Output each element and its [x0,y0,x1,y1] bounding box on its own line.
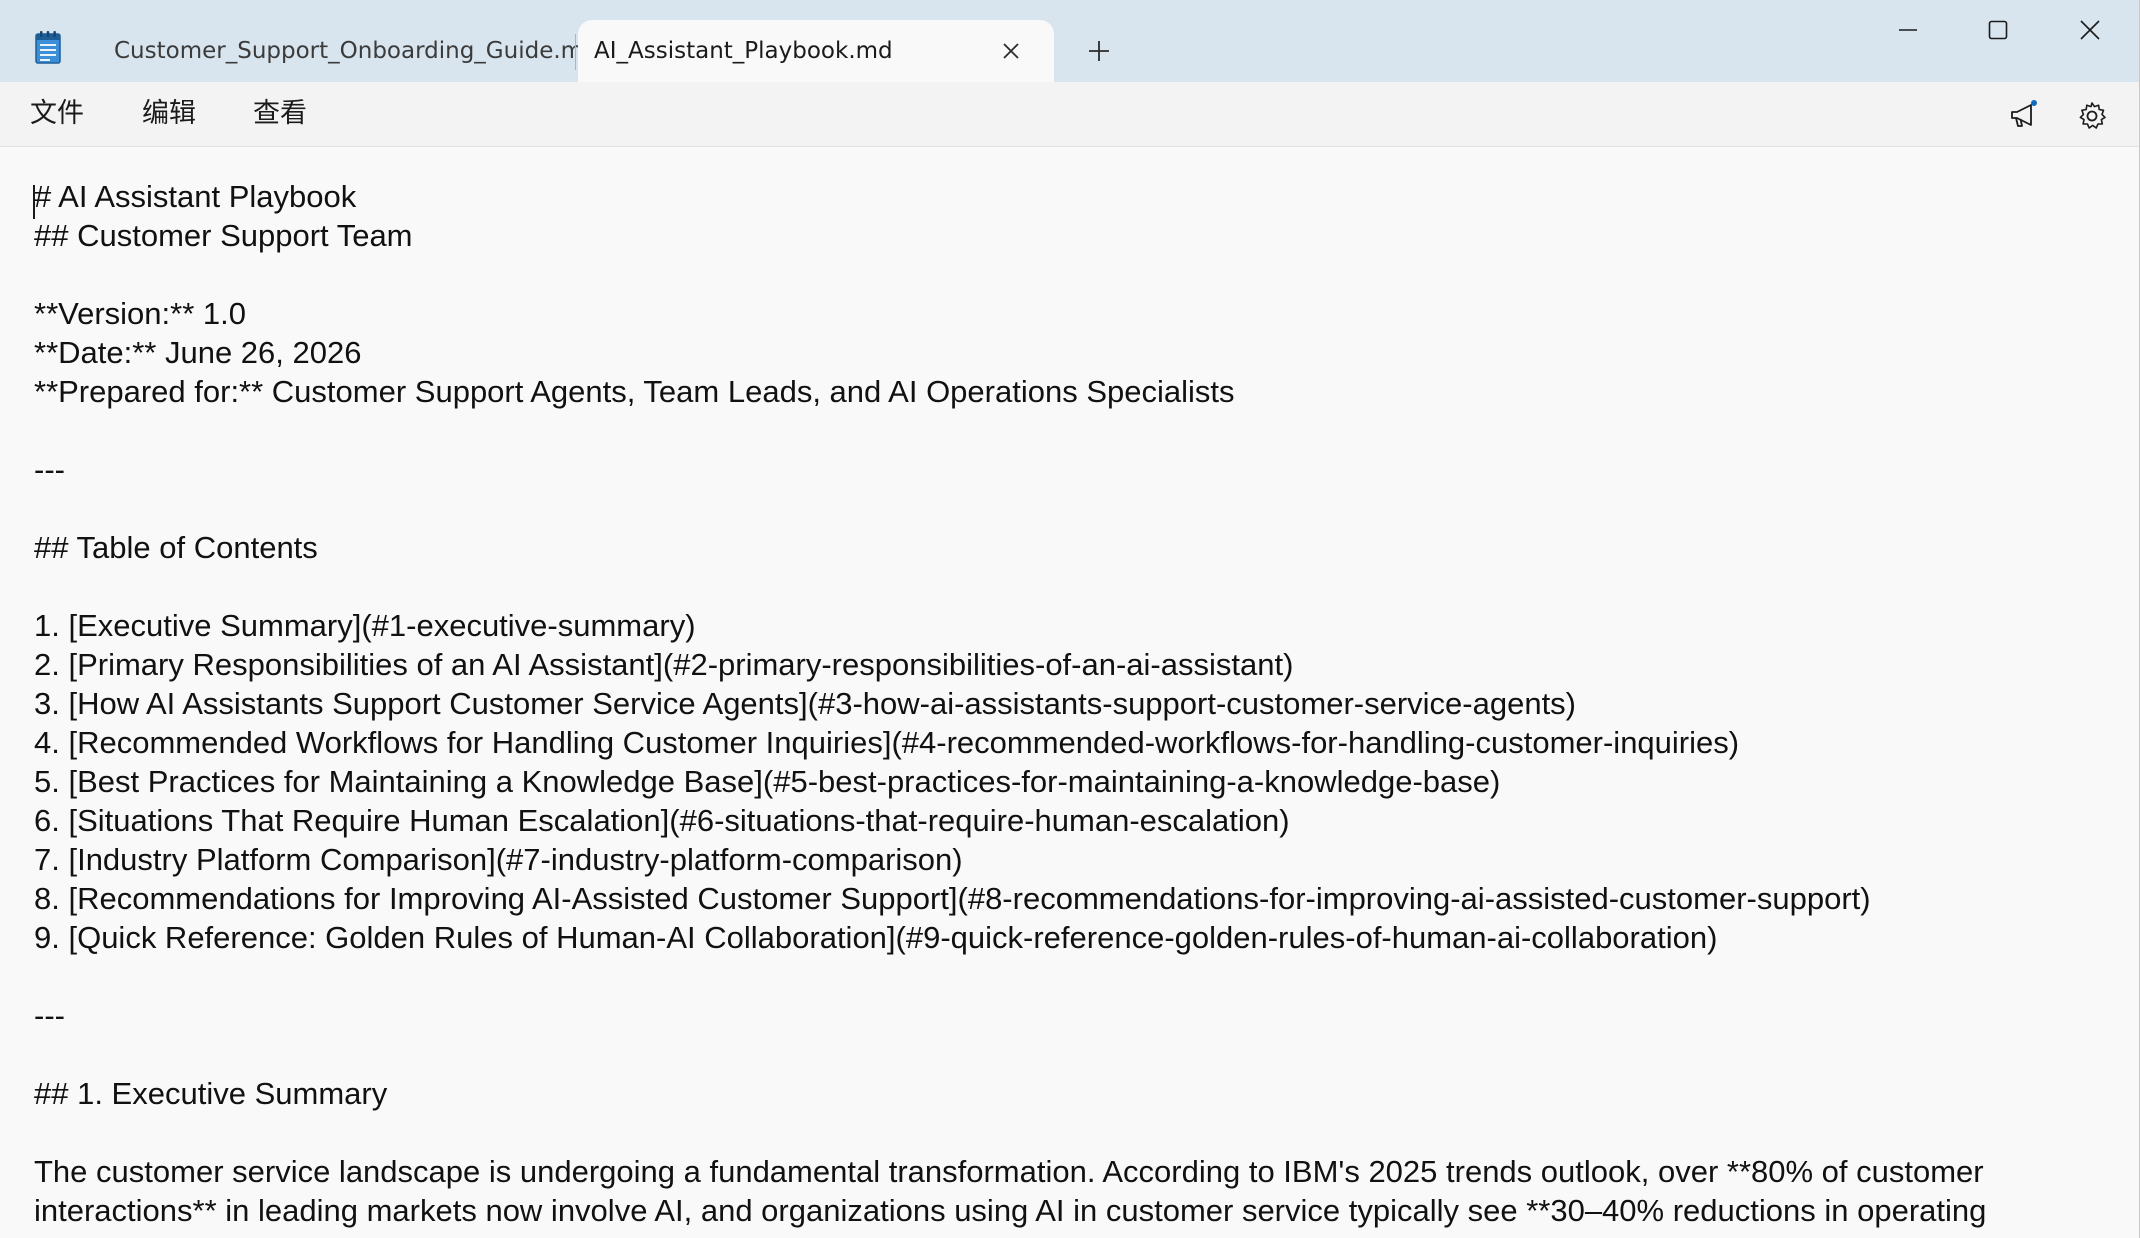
maximize-icon[interactable] [1968,8,2028,52]
editor-line: 2. [Primary Responsibilities of an AI As… [34,647,1294,682]
editor-line: 5. [Best Practices for Maintaining a Kno… [34,764,1501,799]
title-bar: Customer_Support_Onboarding_Guide.md AI_… [0,0,2140,82]
editor-line: **Date:** June 26, 2026 [34,335,362,370]
tab-ai-assistant-playbook[interactable]: AI_Assistant_Playbook.md [578,20,1054,82]
editor-line: interactions** in leading markets now in… [34,1193,1987,1228]
editor-line [34,489,1986,528]
editor-line [34,411,1986,450]
document-lines: # AI Assistant Playbook ## Customer Suppo… [34,177,1986,1230]
tab-label: Customer_Support_Onboarding_Guide.md [114,38,598,64]
plus-icon[interactable] [1082,34,1116,68]
editor-line [34,957,1986,996]
menu-view[interactable]: 查看 [253,98,307,130]
editor-line: 8. [Recommendations for Improving AI-Ass… [34,881,1871,916]
editor-line [34,1035,1986,1074]
editor-line: # AI Assistant Playbook [34,179,357,214]
editor-line [34,567,1986,606]
editor-line: **Version:** 1.0 [34,296,246,331]
notepad-window: Customer_Support_Onboarding_Guide.md AI_… [0,0,2140,1238]
megaphone-icon[interactable] [2002,94,2046,138]
editor-line: --- [34,998,65,1033]
editor-line [34,255,1986,294]
close-icon[interactable] [996,36,1026,66]
editor-line: 9. [Quick Reference: Golden Rules of Hum… [34,920,1718,955]
editor-line: The customer service landscape is underg… [34,1154,1984,1189]
editor-line: ## Table of Contents [34,530,318,565]
menu-edit[interactable]: 编辑 [142,98,196,130]
text-editor[interactable]: # AI Assistant Playbook ## Customer Suppo… [0,147,2140,1238]
minimize-icon[interactable] [1878,8,1938,52]
tab-customer-support-onboarding-guide[interactable]: Customer_Support_Onboarding_Guide.md [96,20,598,82]
close-icon[interactable] [2060,8,2120,52]
gear-icon[interactable] [2070,94,2114,138]
editor-line: ## 1. Executive Summary [34,1076,388,1111]
editor-line: 7. [Industry Platform Comparison](#7-ind… [34,842,963,877]
editor-line: 6. [Situations That Require Human Escala… [34,803,1290,838]
editor-line: --- [34,452,65,487]
tab-label: AI_Assistant_Playbook.md [594,38,893,64]
editor-line: 4. [Recommended Workflows for Handling C… [34,725,1740,760]
editor-line: 1. [Executive Summary](#1-executive-summ… [34,608,696,643]
menu-file[interactable]: 文件 [30,98,84,130]
editor-line: ## Customer Support Team [34,218,413,253]
tab-separator [575,34,576,70]
menu-bar: 文件 编辑 查看 [0,82,2140,147]
notepad-icon [34,30,62,64]
editor-line [34,1113,1986,1152]
editor-line: 3. [How AI Assistants Support Customer S… [34,686,1577,721]
editor-line: **Prepared for:** Customer Support Agent… [34,374,1235,409]
